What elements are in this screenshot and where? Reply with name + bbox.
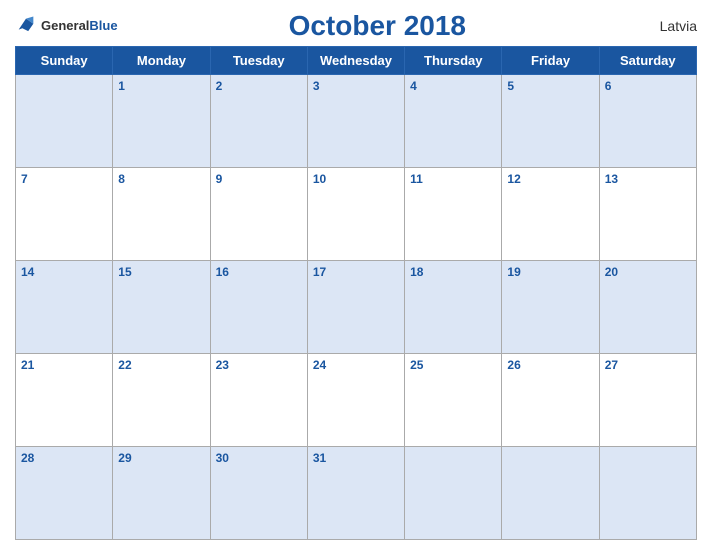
day-number: 10 bbox=[313, 172, 326, 186]
day-number: 30 bbox=[216, 451, 229, 465]
day-number: 8 bbox=[118, 172, 125, 186]
calendar-day-19: 19 bbox=[502, 261, 599, 354]
calendar-week-row: 28 29 30 31 bbox=[16, 447, 697, 540]
day-number: 1 bbox=[118, 79, 125, 93]
calendar-day-21: 21 bbox=[16, 354, 113, 447]
calendar-day-empty bbox=[16, 75, 113, 168]
calendar-day-6: 6 bbox=[599, 75, 696, 168]
calendar-day-11: 11 bbox=[405, 168, 502, 261]
day-header-sunday: Sunday bbox=[16, 47, 113, 75]
day-number: 9 bbox=[216, 172, 223, 186]
day-number: 31 bbox=[313, 451, 326, 465]
day-number: 18 bbox=[410, 265, 423, 279]
logo-bird-icon bbox=[15, 15, 37, 37]
day-number: 19 bbox=[507, 265, 520, 279]
day-number: 2 bbox=[216, 79, 223, 93]
calendar-day-28: 28 bbox=[16, 447, 113, 540]
day-header-thursday: Thursday bbox=[405, 47, 502, 75]
day-number: 6 bbox=[605, 79, 612, 93]
day-number: 22 bbox=[118, 358, 131, 372]
calendar-day-12: 12 bbox=[502, 168, 599, 261]
calendar-day-5: 5 bbox=[502, 75, 599, 168]
calendar-day-empty bbox=[599, 447, 696, 540]
day-number: 20 bbox=[605, 265, 618, 279]
calendar-header: GeneralBlue October 2018 Latvia bbox=[15, 10, 697, 42]
calendar-day-27: 27 bbox=[599, 354, 696, 447]
calendar-week-row: 21 22 23 24 25 26 27 bbox=[16, 354, 697, 447]
calendar-day-22: 22 bbox=[113, 354, 210, 447]
day-number: 16 bbox=[216, 265, 229, 279]
day-header-saturday: Saturday bbox=[599, 47, 696, 75]
calendar-week-row: 14 15 16 17 18 19 20 bbox=[16, 261, 697, 354]
calendar-day-29: 29 bbox=[113, 447, 210, 540]
day-number: 21 bbox=[21, 358, 34, 372]
calendar-day-26: 26 bbox=[502, 354, 599, 447]
calendar-day-23: 23 bbox=[210, 354, 307, 447]
logo-general-text: GeneralBlue bbox=[41, 17, 118, 35]
day-number: 11 bbox=[410, 172, 423, 186]
day-number: 15 bbox=[118, 265, 131, 279]
calendar-day-16: 16 bbox=[210, 261, 307, 354]
calendar-day-7: 7 bbox=[16, 168, 113, 261]
day-number: 17 bbox=[313, 265, 326, 279]
day-number: 29 bbox=[118, 451, 131, 465]
calendar-day-20: 20 bbox=[599, 261, 696, 354]
calendar-day-30: 30 bbox=[210, 447, 307, 540]
day-number: 4 bbox=[410, 79, 417, 93]
calendar-day-13: 13 bbox=[599, 168, 696, 261]
calendar-day-4: 4 bbox=[405, 75, 502, 168]
calendar-day-24: 24 bbox=[307, 354, 404, 447]
calendar-day-2: 2 bbox=[210, 75, 307, 168]
day-number: 5 bbox=[507, 79, 514, 93]
day-number: 27 bbox=[605, 358, 618, 372]
day-header-wednesday: Wednesday bbox=[307, 47, 404, 75]
day-number: 24 bbox=[313, 358, 326, 372]
calendar-week-row: 1 2 3 4 5 6 bbox=[16, 75, 697, 168]
calendar-day-31: 31 bbox=[307, 447, 404, 540]
day-number: 3 bbox=[313, 79, 320, 93]
calendar-day-empty bbox=[405, 447, 502, 540]
calendar-title: October 2018 bbox=[118, 10, 637, 42]
day-header-monday: Monday bbox=[113, 47, 210, 75]
day-number: 23 bbox=[216, 358, 229, 372]
calendar-day-1: 1 bbox=[113, 75, 210, 168]
calendar-week-row: 7 8 9 10 11 12 13 bbox=[16, 168, 697, 261]
calendar-day-17: 17 bbox=[307, 261, 404, 354]
calendar-day-3: 3 bbox=[307, 75, 404, 168]
logo: GeneralBlue bbox=[15, 15, 118, 37]
calendar-day-9: 9 bbox=[210, 168, 307, 261]
calendar-day-18: 18 bbox=[405, 261, 502, 354]
day-number: 26 bbox=[507, 358, 520, 372]
day-number: 7 bbox=[21, 172, 28, 186]
day-header-friday: Friday bbox=[502, 47, 599, 75]
calendar-day-empty bbox=[502, 447, 599, 540]
calendar-day-15: 15 bbox=[113, 261, 210, 354]
calendar-day-25: 25 bbox=[405, 354, 502, 447]
day-number: 28 bbox=[21, 451, 34, 465]
day-header-tuesday: Tuesday bbox=[210, 47, 307, 75]
calendar-day-14: 14 bbox=[16, 261, 113, 354]
calendar-table: SundayMondayTuesdayWednesdayThursdayFrid… bbox=[15, 46, 697, 540]
days-header-row: SundayMondayTuesdayWednesdayThursdayFrid… bbox=[16, 47, 697, 75]
day-number: 13 bbox=[605, 172, 618, 186]
day-number: 12 bbox=[507, 172, 520, 186]
calendar-day-10: 10 bbox=[307, 168, 404, 261]
day-number: 14 bbox=[21, 265, 34, 279]
country-label: Latvia bbox=[637, 18, 697, 34]
calendar-day-8: 8 bbox=[113, 168, 210, 261]
day-number: 25 bbox=[410, 358, 423, 372]
